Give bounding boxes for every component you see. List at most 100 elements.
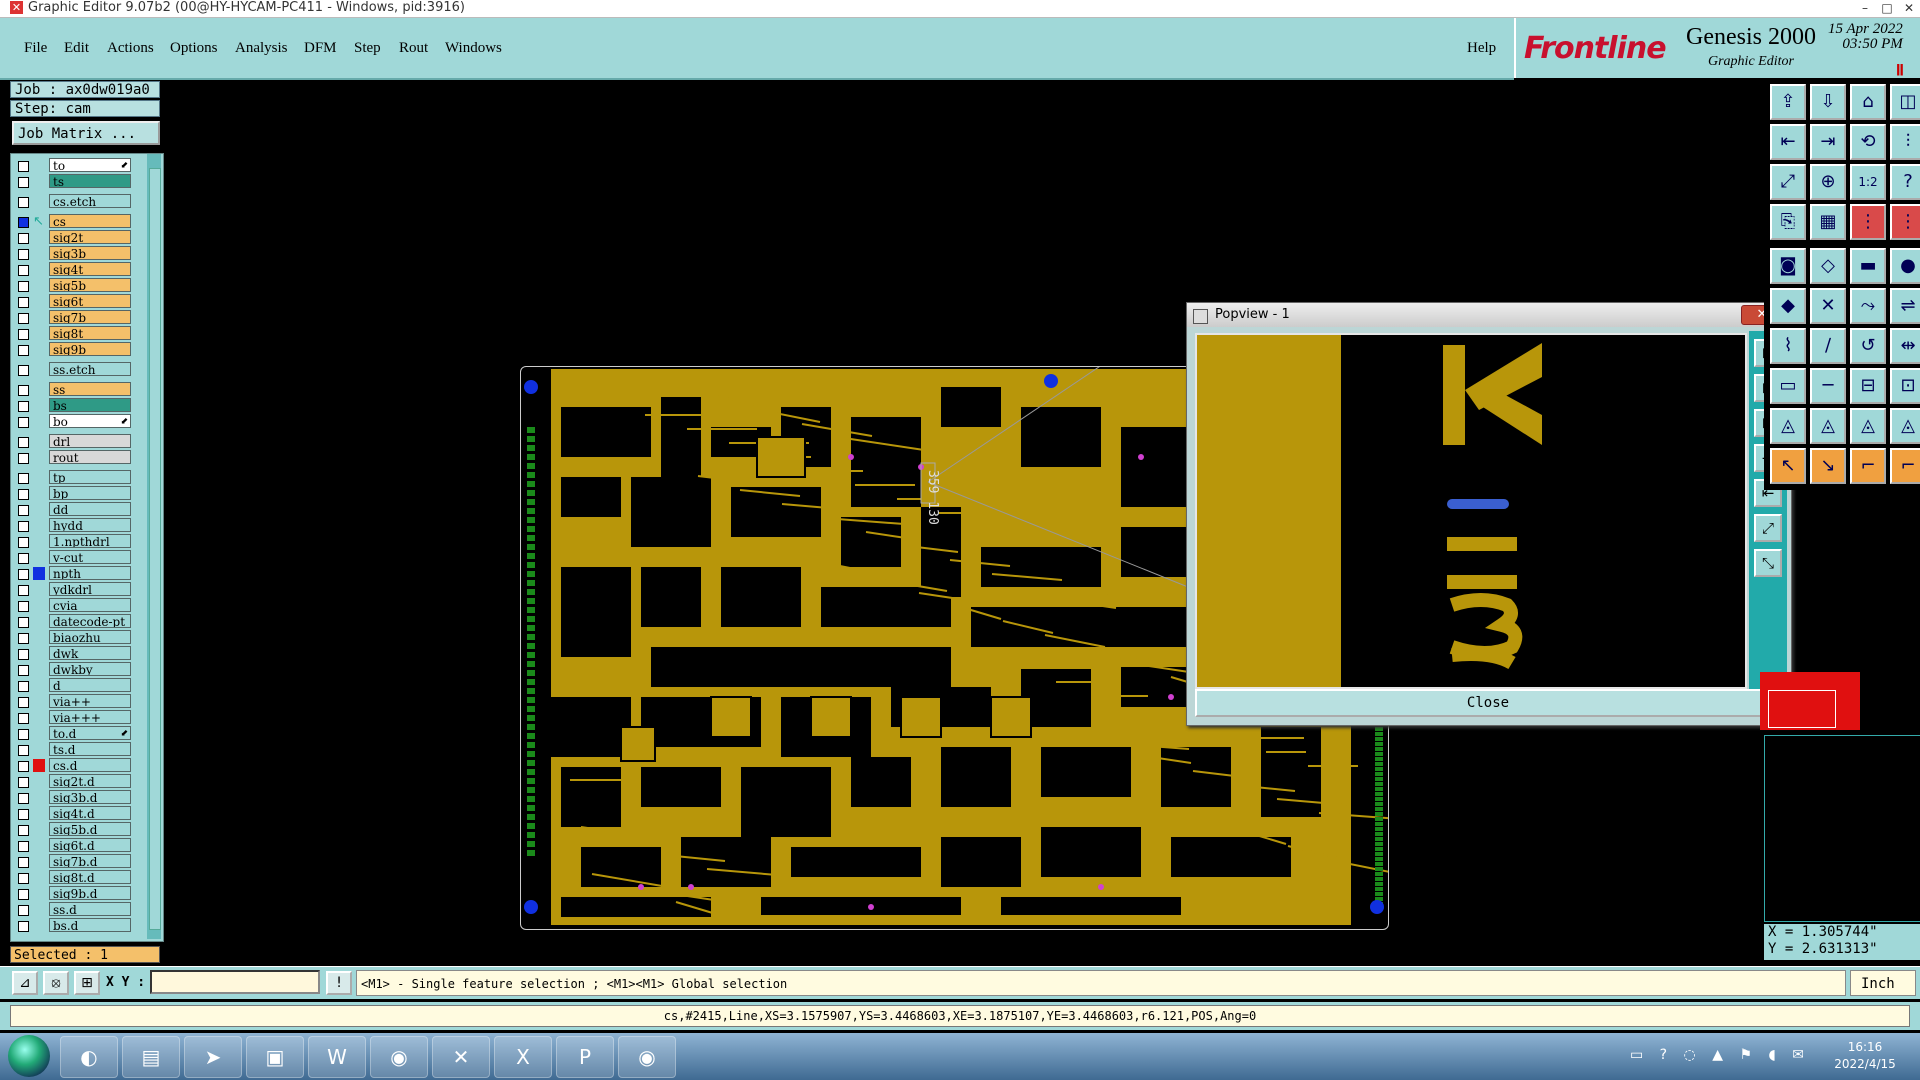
menu-help[interactable]: Help: [1467, 40, 1496, 57]
layer-label[interactable]: sig8t.d: [49, 870, 131, 884]
popview-tool-icon[interactable]: ⤢: [1754, 514, 1782, 542]
taskbar-feiq-icon[interactable]: ➤: [184, 1036, 242, 1078]
layer-row[interactable]: bo ⬋: [11, 414, 133, 430]
minimize-button[interactable]: –: [1854, 0, 1876, 16]
layer-row[interactable]: cvia: [11, 598, 133, 614]
layer-label[interactable]: sig7b.d: [49, 854, 131, 868]
toolbar-tool-icon[interactable]: ⌐: [1890, 448, 1920, 484]
layer-row[interactable]: via+++: [11, 710, 133, 726]
snap-icon[interactable]: ⊿: [12, 971, 38, 995]
layer-checkbox[interactable]: [18, 665, 29, 676]
layer-checkbox[interactable]: [18, 521, 29, 532]
toolbar-tool-icon[interactable]: ⇌: [1890, 288, 1920, 324]
bang-button[interactable]: !: [326, 971, 352, 995]
layer-label[interactable]: rout: [49, 450, 131, 464]
layer-label[interactable]: d: [49, 678, 131, 692]
layer-checkbox[interactable]: [18, 633, 29, 644]
taskbar-excel-icon[interactable]: X: [494, 1036, 552, 1078]
toolbar-tool-icon[interactable]: ◫: [1890, 84, 1920, 120]
menu-dfm[interactable]: DFM: [304, 40, 337, 57]
menu-analysis[interactable]: Analysis: [235, 40, 288, 57]
layer-checkbox[interactable]: [18, 161, 29, 172]
layer-label[interactable]: ydkdrl: [49, 582, 131, 596]
layer-label[interactable]: ss.etch: [49, 362, 131, 376]
layer-row[interactable]: sig5b: [11, 278, 133, 294]
layer-checkbox[interactable]: [18, 197, 29, 208]
layer-row[interactable]: sig3b.d: [11, 790, 133, 806]
menu-windows[interactable]: Windows: [445, 40, 502, 57]
toolbar-tool-icon[interactable]: ⤳: [1850, 288, 1886, 324]
layer-checkbox[interactable]: [18, 265, 29, 276]
toolbar-tool-icon[interactable]: ✕: [1810, 288, 1846, 324]
start-button[interactable]: [8, 1035, 50, 1077]
layer-label[interactable]: to ⬋: [49, 158, 131, 172]
layer-row[interactable]: sig4t: [11, 262, 133, 278]
measure-icon[interactable]: ⦻: [43, 971, 69, 995]
toolbar-tool-icon[interactable]: ⎘: [1770, 204, 1806, 240]
selected-line-feature[interactable]: [1447, 499, 1509, 509]
layer-label[interactable]: dwkby: [49, 662, 131, 676]
layer-checkbox[interactable]: [18, 841, 29, 852]
layer-checkbox[interactable]: [18, 713, 29, 724]
menu-actions[interactable]: Actions: [107, 40, 154, 57]
toolbar-tool-icon[interactable]: ⇤: [1770, 124, 1806, 160]
popview-canvas[interactable]: [1195, 333, 1747, 689]
layer-label[interactable]: cs.etch: [49, 194, 131, 208]
layer-checkbox[interactable]: [18, 649, 29, 660]
toolbar-tool-icon[interactable]: ⋮: [1850, 204, 1886, 240]
layer-label[interactable]: sig3b.d: [49, 790, 131, 804]
layer-checkbox[interactable]: [18, 473, 29, 484]
layer-row[interactable]: ss.etch: [11, 362, 133, 378]
layer-row[interactable]: sig6t: [11, 294, 133, 310]
toolbar-tool-icon[interactable]: ⤢: [1770, 164, 1806, 200]
layer-row[interactable]: v-cut: [11, 550, 133, 566]
layer-checkbox[interactable]: [18, 697, 29, 708]
layer-row[interactable]: sig5b.d: [11, 822, 133, 838]
layer-checkbox[interactable]: [18, 617, 29, 628]
layer-checkbox[interactable]: [18, 437, 29, 448]
taskbar-p-icon[interactable]: P: [556, 1036, 614, 1078]
toolbar-tool-icon[interactable]: ⌂: [1850, 84, 1886, 120]
layer-label[interactable]: sig7b: [49, 310, 131, 324]
close-window-button[interactable]: ✕: [1898, 0, 1920, 16]
layer-label[interactable]: sig2t.d: [49, 774, 131, 788]
layer-label[interactable]: bs.d: [49, 918, 131, 932]
layer-row[interactable]: sig3b: [11, 246, 133, 262]
layer-checkbox[interactable]: [18, 401, 29, 412]
layer-row[interactable]: sig8t.d: [11, 870, 133, 886]
layer-label[interactable]: sig9b: [49, 342, 131, 356]
layer-label[interactable]: ts: [49, 174, 131, 188]
layer-row[interactable]: hydd: [11, 518, 133, 534]
toolbar-tool-icon[interactable]: ⌇: [1770, 328, 1806, 364]
layer-row[interactable]: sig9b: [11, 342, 133, 358]
layer-row[interactable]: ↖ cs: [11, 214, 133, 230]
layer-row[interactable]: sig4t.d: [11, 806, 133, 822]
layer-label[interactable]: biaozhu: [49, 630, 131, 644]
layer-checkbox[interactable]: [18, 745, 29, 756]
toolbar-tool-icon[interactable]: ◇: [1810, 248, 1846, 284]
popview-close-button[interactable]: Close: [1195, 689, 1781, 717]
layer-label[interactable]: sig5b.d: [49, 822, 131, 836]
layer-row[interactable]: bs.d: [11, 918, 133, 934]
layer-checkbox[interactable]: [18, 177, 29, 188]
layer-label[interactable]: sig6t: [49, 294, 131, 308]
layer-checkbox[interactable]: [18, 297, 29, 308]
layer-label[interactable]: tp: [49, 470, 131, 484]
toolbar-tool-icon[interactable]: ⟲: [1850, 124, 1886, 160]
layer-label[interactable]: sig8t: [49, 326, 131, 340]
popview-tool-icon[interactable]: ⤡: [1754, 549, 1782, 577]
layer-checkbox[interactable]: [18, 217, 29, 228]
layer-checkbox[interactable]: [18, 889, 29, 900]
layer-row[interactable]: to ⬋: [11, 158, 133, 174]
taskbar-genesis-icon[interactable]: ✕: [432, 1036, 490, 1078]
toolbar-tool-icon[interactable]: ◬: [1770, 408, 1806, 444]
layer-checkbox[interactable]: [18, 345, 29, 356]
menu-file[interactable]: File: [24, 40, 47, 57]
layer-checkbox[interactable]: [18, 857, 29, 868]
layer-row[interactable]: ss.d: [11, 902, 133, 918]
layer-checkbox[interactable]: [18, 329, 29, 340]
maximize-button[interactable]: □: [1876, 0, 1898, 16]
layer-checkbox[interactable]: [18, 809, 29, 820]
job-matrix-button[interactable]: Job Matrix ...: [12, 121, 160, 145]
layer-checkbox[interactable]: [18, 505, 29, 516]
